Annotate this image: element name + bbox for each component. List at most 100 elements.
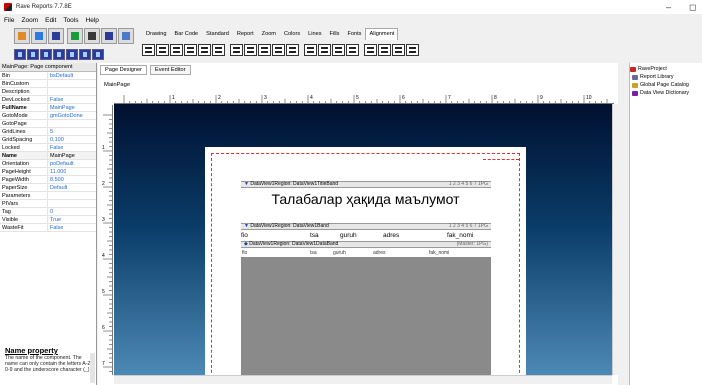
open-icon[interactable] bbox=[31, 28, 47, 44]
tab-colors[interactable]: Colors bbox=[280, 28, 304, 40]
prop-row[interactable]: PaperSize Default bbox=[0, 184, 96, 192]
prop-value[interactable]: 0.100 bbox=[48, 136, 64, 143]
undo-icon[interactable] bbox=[66, 49, 78, 60]
prop-row[interactable]: Visible True bbox=[0, 216, 96, 224]
field-fio[interactable]: fio bbox=[242, 250, 247, 256]
column-fak-nomi[interactable]: fak_nomi bbox=[447, 232, 473, 239]
minimize-button[interactable]: – bbox=[666, 2, 671, 12]
column-band-header[interactable]: ▼ DataView1Region: DataView1Band 1 2 3 4… bbox=[241, 223, 491, 230]
menu-tools[interactable]: Tools bbox=[63, 17, 78, 24]
prop-value[interactable]: 5 bbox=[48, 128, 53, 135]
tree-item-global-page-catalog[interactable]: Global Page Catalog bbox=[630, 81, 702, 89]
prop-row[interactable]: PageHeight 11.000 bbox=[0, 168, 96, 176]
prop-value[interactable]: False bbox=[48, 96, 63, 103]
prop-row[interactable]: Locked False bbox=[0, 144, 96, 152]
prop-row[interactable]: PIVars bbox=[0, 200, 96, 208]
tab-standard[interactable]: Standard bbox=[202, 28, 233, 40]
paste-icon[interactable] bbox=[40, 49, 52, 60]
empty-region-area[interactable] bbox=[241, 257, 491, 375]
prop-row[interactable]: GridSpacing 0.100 bbox=[0, 136, 96, 144]
tab-bar-code[interactable]: Bar Code bbox=[171, 28, 203, 40]
prop-row[interactable]: Description bbox=[0, 88, 96, 96]
report-title-text[interactable]: Талабалар ҳақида маълумот bbox=[241, 191, 490, 207]
prop-value[interactable] bbox=[48, 200, 50, 207]
prop-row[interactable]: Parameters bbox=[0, 192, 96, 200]
menu-help[interactable]: Help bbox=[86, 17, 99, 24]
prop-row[interactable]: Orientation poDefault bbox=[0, 160, 96, 168]
tree-item-data-view-dictionary[interactable]: Data View Dictionary bbox=[630, 89, 702, 97]
menu-zoom[interactable]: Zoom bbox=[21, 17, 38, 24]
prop-value[interactable]: True bbox=[48, 216, 61, 223]
title-band-header[interactable]: ▼ DataView1Region: DataView1TitleBand 1 … bbox=[241, 181, 491, 188]
page-icon[interactable] bbox=[101, 28, 117, 44]
report-icon[interactable] bbox=[84, 28, 100, 44]
prop-value[interactable]: gmGotoDone bbox=[48, 112, 83, 119]
grid-icon[interactable] bbox=[92, 49, 104, 60]
tab-alignment[interactable]: Alignment bbox=[365, 28, 399, 40]
prop-row[interactable]: GridLines 5 bbox=[0, 128, 96, 136]
prop-value[interactable] bbox=[48, 120, 50, 127]
tab-event-editor[interactable]: Event Editor bbox=[150, 65, 191, 75]
tab-drawing[interactable]: Drawing bbox=[142, 28, 171, 40]
prop-value[interactable]: Default bbox=[48, 184, 67, 191]
prop-row[interactable]: WasteFit False bbox=[0, 224, 96, 232]
save-icon[interactable] bbox=[48, 28, 64, 44]
prop-row[interactable]: GotoMode gmGotoDone bbox=[0, 112, 96, 120]
field-guruh[interactable]: guruh bbox=[333, 250, 346, 256]
tab-report[interactable]: Report bbox=[233, 28, 258, 40]
prop-row[interactable]: Bin bsDefault bbox=[0, 72, 96, 80]
tab-fills[interactable]: Fills bbox=[326, 28, 344, 40]
cut-icon[interactable] bbox=[14, 49, 26, 60]
prop-row[interactable]: FullName MainPage bbox=[0, 104, 96, 112]
menu-file[interactable]: File bbox=[4, 17, 14, 24]
prop-row-selected[interactable]: Name MainPage bbox=[0, 152, 96, 160]
designer-vscroll[interactable] bbox=[612, 104, 618, 375]
design-canvas[interactable]: ▼ DataView1Region: DataView1TitleBand 1 … bbox=[114, 104, 612, 375]
designer-hscroll[interactable] bbox=[114, 375, 612, 384]
column-tsa[interactable]: tsa bbox=[310, 232, 319, 239]
tab-fonts[interactable]: Fonts bbox=[343, 28, 365, 40]
prop-value[interactable]: MainPage bbox=[48, 152, 75, 159]
field-tsa[interactable]: tsa bbox=[310, 250, 317, 256]
menu-edit[interactable]: Edit bbox=[45, 17, 56, 24]
column-guruh[interactable]: guruh bbox=[340, 232, 357, 239]
help-scrollbar[interactable] bbox=[90, 353, 95, 383]
prop-row[interactable]: Tag 0 bbox=[0, 208, 96, 216]
prop-value[interactable]: False bbox=[48, 144, 63, 151]
dataview-region[interactable]: ▼ DataView1Region: DataView1TitleBand 1 … bbox=[241, 181, 491, 375]
tree-item-report-library[interactable]: Report Library bbox=[630, 73, 702, 81]
column-fio[interactable]: fio bbox=[241, 232, 248, 239]
prop-row[interactable]: DevLocked False bbox=[0, 96, 96, 104]
data-band-header[interactable]: ◆ DataView1Region: DataView1DataBand (Ma… bbox=[241, 241, 491, 248]
prop-value[interactable]: 0 bbox=[48, 208, 53, 215]
prop-key: DevLocked bbox=[0, 96, 48, 103]
prop-value[interactable]: bsDefault bbox=[48, 72, 73, 79]
prop-value[interactable] bbox=[48, 80, 50, 87]
prop-row[interactable]: PageWidth 8.500 bbox=[0, 176, 96, 184]
copy-icon[interactable] bbox=[27, 49, 39, 60]
tab-lines[interactable]: Lines bbox=[304, 28, 325, 40]
prop-value[interactable]: MainPage bbox=[48, 104, 75, 111]
new-icon[interactable] bbox=[14, 28, 30, 44]
prop-row[interactable]: GotoPage bbox=[0, 120, 96, 128]
prop-value[interactable]: False bbox=[48, 224, 63, 231]
tab-zoom[interactable]: Zoom bbox=[258, 28, 280, 40]
column-adres[interactable]: adres bbox=[383, 232, 399, 239]
prop-value[interactable]: 8.500 bbox=[48, 176, 64, 183]
prop-value[interactable] bbox=[48, 88, 50, 95]
execute-icon[interactable] bbox=[67, 28, 83, 44]
field-fak-nomi[interactable]: fak_nomi bbox=[429, 250, 449, 256]
tab-page-designer[interactable]: Page Designer bbox=[100, 65, 148, 75]
prop-value[interactable] bbox=[48, 192, 50, 199]
prop-value[interactable]: 11.000 bbox=[48, 168, 66, 175]
delete-icon[interactable] bbox=[53, 49, 65, 60]
field-adres[interactable]: adres bbox=[373, 250, 386, 256]
dataview-icon[interactable] bbox=[118, 28, 134, 44]
horizontal-ruler: 1 2 3 4 5 6 7 8 9 10 bbox=[114, 93, 614, 104]
maximize-button[interactable]: ◻ bbox=[689, 2, 696, 13]
prop-value[interactable]: poDefault bbox=[48, 160, 74, 167]
report-page[interactable]: ▼ DataView1Region: DataView1TitleBand 1 … bbox=[205, 147, 526, 375]
tree-item-project[interactable]: RaveProject bbox=[630, 65, 702, 73]
redo-icon[interactable] bbox=[79, 49, 91, 60]
prop-row[interactable]: BinCustom bbox=[0, 80, 96, 88]
